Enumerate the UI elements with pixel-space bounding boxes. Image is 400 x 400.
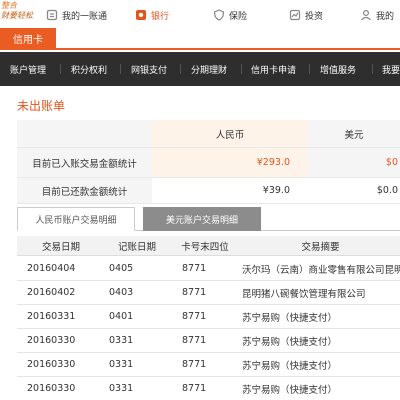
post-date: 0401 [109,311,134,322]
summary-header-row: 人民币 美元 [17,120,400,148]
topnav-insurance[interactable]: 保险 [213,8,247,22]
card-last4: 8771 [182,263,207,274]
post-date: 0403 [109,287,134,298]
nav-card-apply[interactable]: 信用卡申请 [251,52,296,86]
table-row[interactable]: 20160330 0331 8771 苏宁易购（快捷支付） [17,353,400,377]
header-description[interactable]: 交易摘要 [241,236,400,255]
summary-header-usd: 美元 [308,120,400,147]
description: 苏宁易购（快捷支付） [242,336,338,348]
header-card-last4[interactable]: 卡号末四位 [169,236,241,255]
trans-date: 20160330 [27,335,76,346]
description: 苏宁易购（快捷支付） [242,360,338,372]
topnav-bank[interactable]: 银行 [135,8,169,22]
nav-installment[interactable]: 分期理财 [191,52,227,86]
trans-date: 20160330 [27,359,76,370]
nav-divider [241,64,242,74]
description: 苏宁易购（快捷支付） [242,312,338,324]
nav-value-added[interactable]: 增值服务 [320,52,356,86]
topnav-insurance-label: 保险 [229,11,248,22]
topnav-investment[interactable]: 投资 [289,8,323,22]
summary-row: 目前已入账交易金额统计 ¥293.0 $0 [17,148,400,178]
card-last4: 8771 [182,359,207,370]
summary-rmb-value: ¥293.0 [152,148,308,177]
table-row[interactable]: 20160331 0401 8771 苏宁易购（快捷支付） [17,305,400,329]
tab-rmb-transactions[interactable]: 人民币账户交易明细 [17,207,135,231]
table-row[interactable]: 20160404 0405 8771 沃尔玛（云南）商业零售有限公司昆明 [17,257,400,281]
page-title: 未出账单 [17,99,66,113]
trans-date: 20160331 [27,311,76,322]
topnav-bank-label: 银行 [151,11,170,22]
post-date: 0331 [109,335,134,346]
post-date: 0405 [109,263,134,274]
post-date: 0331 [109,383,134,394]
account-icon [46,9,58,21]
nav-divider [60,64,61,74]
nav-divider [309,64,310,74]
description: 沃尔玛（云南）商业零售有限公司昆明 [242,264,400,276]
logo-line1: 整合 [1,1,17,10]
nav-points[interactable]: 积分权利 [71,52,107,86]
summary-header-blank [17,120,152,147]
table-row[interactable]: 20160330 0331 8771 苏宁易购（快捷支付） [17,377,400,400]
header-post-date[interactable]: 记账日期 [105,236,169,255]
card-tab-bar: 信用卡 [0,28,400,50]
topnav-user[interactable]: 我的 [360,8,394,22]
card-last4: 8771 [182,287,207,298]
nav-divider [372,64,373,74]
top-bar: 整合 财要轻松 我的一账通 银行 保险 投资 我的 [0,0,400,28]
nav-more[interactable]: 我要 [382,52,400,86]
main-nav: 账户管理 积分权利 网银支付 分期理财 信用卡申请 增值服务 我要 [0,52,400,86]
topnav-investment-label: 投资 [305,11,324,22]
nav-divider [120,64,121,74]
trans-date: 20160402 [27,287,76,298]
trans-date: 20160404 [27,263,76,274]
trans-date: 20160330 [27,383,76,394]
bank-icon [135,9,147,21]
summary-usd-value: $0 [308,148,400,177]
table-row[interactable]: 20160330 0331 8771 苏宁易购（快捷支付） [17,329,400,353]
investment-icon [289,9,301,21]
summary-usd-value: $0.0 [308,178,400,203]
insurance-icon [213,9,225,21]
nav-account-management[interactable]: 账户管理 [10,52,46,86]
nav-online-payment[interactable]: 网银支付 [131,52,167,86]
summary-label: 目前已入账交易金额统计 [17,148,152,177]
header-trans-date[interactable]: 交易日期 [17,236,105,255]
nav-divider [180,64,181,74]
credit-card-tab[interactable]: 信用卡 [0,28,56,48]
description: 苏宁易购（快捷支付） [242,384,338,396]
summary-rmb-value: ¥39.0 [152,178,308,203]
topnav-user-label: 我的 [376,11,395,22]
card-last4: 8771 [182,335,207,346]
topnav-account[interactable]: 我的一账通 [46,8,107,22]
topnav-account-label: 我的一账通 [62,11,108,22]
card-last4: 8771 [182,311,207,322]
logo-line2: 财要轻松 [1,11,33,20]
user-icon [360,9,372,21]
currency-tabs: 人民币账户交易明细 美元账户交易明细 [17,207,400,231]
summary-row: 目前已还款金额统计 ¥39.0 $0.0 [17,178,400,204]
logo[interactable]: 整合 财要轻松 [1,1,47,23]
summary-label: 目前已还款金额统计 [17,178,152,203]
tab-usd-transactions[interactable]: 美元账户交易明细 [143,207,261,231]
summary-header-rmb: 人民币 [152,120,308,147]
card-last4: 8771 [182,383,207,394]
table-header: 交易日期 记账日期 卡号末四位 交易摘要 [17,236,400,256]
table-row[interactable]: 20160402 0403 8771 昆明猪八碗餐饮管理有限公司 [17,281,400,305]
description: 昆明猪八碗餐饮管理有限公司 [242,288,366,300]
post-date: 0331 [109,359,134,370]
